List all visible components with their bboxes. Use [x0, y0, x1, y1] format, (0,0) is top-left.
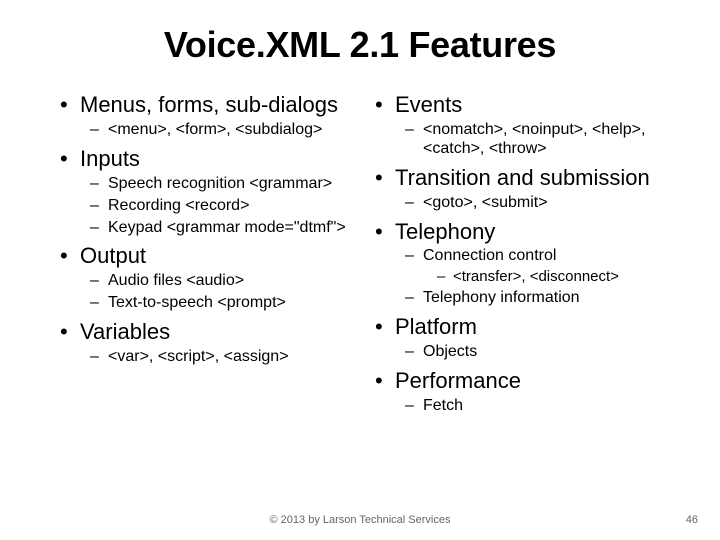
- item-label: Fetch: [423, 397, 463, 414]
- list-item: Speech recognition <grammar>: [90, 175, 365, 194]
- list-item: Menus, forms, sub-dialogs <menu>, <form>…: [60, 92, 365, 140]
- item-label: <menu>, <form>, <subdialog>: [108, 121, 322, 138]
- item-label: <transfer>, <disconnect>: [453, 268, 619, 285]
- item-label: Recording <record>: [108, 197, 249, 214]
- list-item: Connection control <transfer>, <disconne…: [405, 247, 680, 286]
- list-item: Audio files <audio>: [90, 272, 365, 291]
- left-column: Menus, forms, sub-dialogs <menu>, <form>…: [60, 86, 365, 486]
- list-item: Telephony information: [405, 289, 680, 308]
- item-label: Events: [395, 92, 462, 117]
- item-label: <goto>, <submit>: [423, 194, 548, 211]
- item-label: <var>, <script>, <assign>: [108, 348, 289, 365]
- content-columns: Menus, forms, sub-dialogs <menu>, <form>…: [0, 86, 720, 486]
- item-label: Connection control: [423, 247, 556, 264]
- list-item: <menu>, <form>, <subdialog>: [90, 121, 365, 140]
- item-label: Inputs: [80, 146, 140, 171]
- list-item: Fetch: [405, 397, 680, 416]
- list-item: Events <nomatch>, <noinput>, <help>, <ca…: [375, 92, 680, 159]
- item-label: Objects: [423, 343, 477, 360]
- list-item: Output Audio files <audio> Text-to-speec…: [60, 243, 365, 313]
- list-item: Keypad <grammar mode="dtmf">: [90, 219, 365, 238]
- item-label: Variables: [80, 319, 170, 344]
- list-item: Text-to-speech <prompt>: [90, 294, 365, 313]
- item-label: Audio files <audio>: [108, 272, 244, 289]
- right-column: Events <nomatch>, <noinput>, <help>, <ca…: [365, 86, 680, 486]
- item-label: Transition and submission: [395, 165, 650, 190]
- list-item: Recording <record>: [90, 197, 365, 216]
- item-label: <nomatch>, <noinput>, <help>, <catch>, <…: [423, 121, 645, 157]
- item-label: Output: [80, 243, 146, 268]
- list-item: <transfer>, <disconnect>: [437, 268, 680, 286]
- slide: Voice.XML 2.1 Features Menus, forms, sub…: [0, 0, 720, 540]
- list-item: Platform Objects: [375, 314, 680, 362]
- list-item: <goto>, <submit>: [405, 194, 680, 213]
- list-item: Performance Fetch: [375, 368, 680, 416]
- page-number: 46: [686, 514, 698, 526]
- footer-copyright: © 2013 by Larson Technical Services: [0, 514, 720, 526]
- list-item: Objects: [405, 343, 680, 362]
- item-label: Telephony information: [423, 289, 580, 306]
- item-label: Performance: [395, 368, 521, 393]
- list-item: Telephony Connection control <transfer>,…: [375, 219, 680, 308]
- slide-title: Voice.XML 2.1 Features: [0, 0, 720, 86]
- item-label: Speech recognition <grammar>: [108, 175, 332, 192]
- list-item: <var>, <script>, <assign>: [90, 348, 365, 367]
- list-item: Variables <var>, <script>, <assign>: [60, 319, 365, 367]
- item-label: Menus, forms, sub-dialogs: [80, 92, 338, 117]
- item-label: Telephony: [395, 219, 495, 244]
- item-label: Text-to-speech <prompt>: [108, 294, 286, 311]
- list-item: Transition and submission <goto>, <submi…: [375, 165, 680, 213]
- list-item: <nomatch>, <noinput>, <help>, <catch>, <…: [405, 121, 680, 159]
- item-label: Platform: [395, 314, 477, 339]
- item-label: Keypad <grammar mode="dtmf">: [108, 219, 346, 236]
- list-item: Inputs Speech recognition <grammar> Reco…: [60, 146, 365, 238]
